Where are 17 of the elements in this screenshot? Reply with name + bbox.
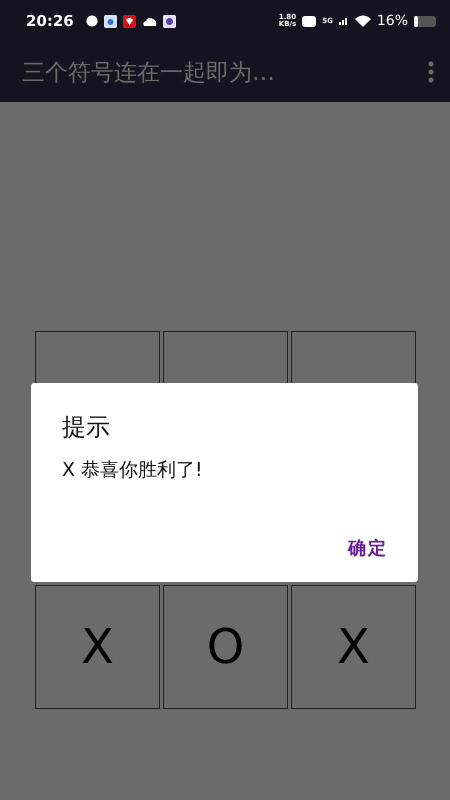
app-icon (162, 14, 176, 28)
app-icon (122, 14, 136, 28)
wifi-icon (354, 15, 371, 27)
board-cell[interactable]: X (35, 585, 160, 709)
board-cell[interactable]: O (163, 585, 288, 709)
dialog-message: X 恭喜你胜利了! (62, 458, 204, 483)
battery-percent: 16% (376, 13, 408, 29)
dialog-title: 提示 (62, 412, 111, 443)
more-icon[interactable] (428, 61, 434, 83)
app-icon (104, 14, 117, 28)
battery-icon (414, 16, 436, 26)
clock: 20:26 (26, 12, 74, 30)
board-cell[interactable]: X (291, 585, 416, 709)
app-title: 三个符号连在一起即为… (22, 58, 276, 88)
signal-icon (338, 17, 349, 25)
ok-button[interactable]: 确定 (348, 532, 388, 564)
cloud-icon (142, 16, 157, 26)
